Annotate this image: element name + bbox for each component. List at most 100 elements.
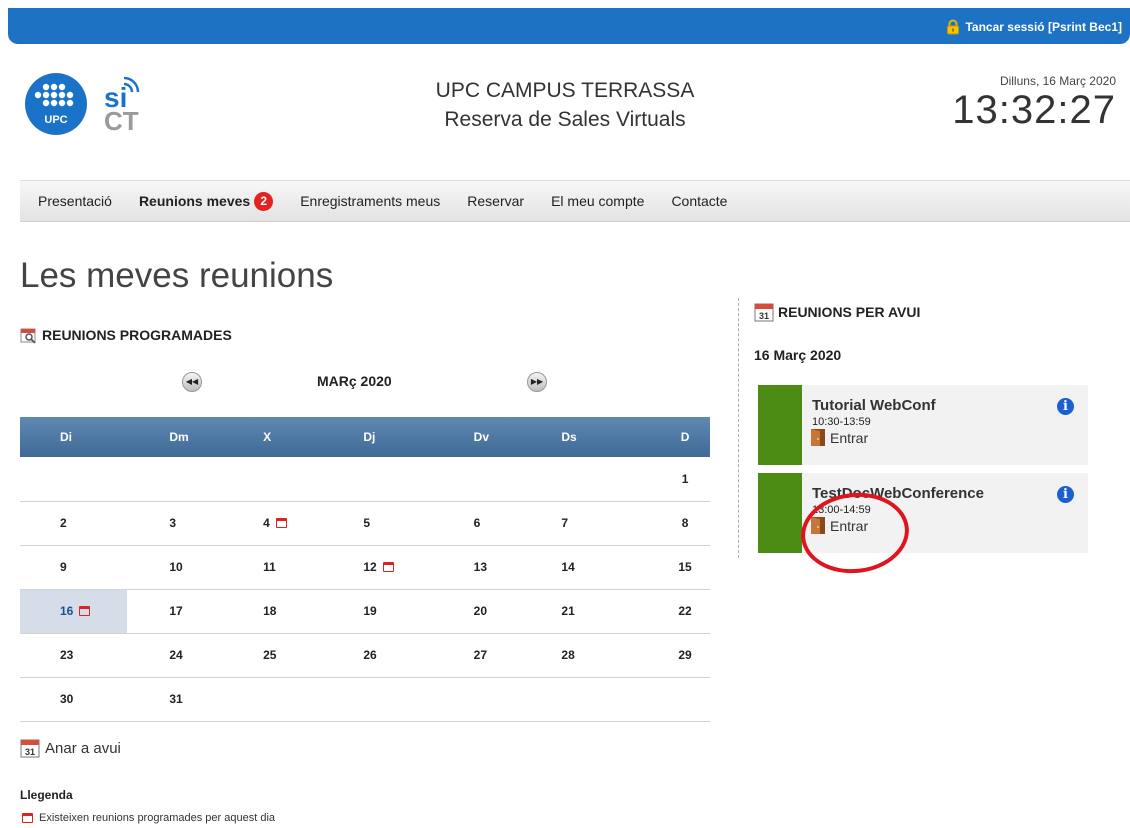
logout-link[interactable]: Tancar sessió [Psrint Bec1] — [945, 19, 1122, 35]
calendar-day[interactable]: 25 — [221, 633, 322, 678]
calendar-empty-cell — [431, 457, 520, 502]
calendar-day-number: 14 — [561, 560, 575, 574]
nav-item-reservar[interactable]: Reservar — [467, 193, 524, 209]
calendar-empty-cell — [519, 677, 608, 722]
svg-text:31: 31 — [759, 311, 769, 321]
calendar-day-number: 13 — [473, 560, 488, 574]
calendar-31-icon: 31 — [20, 739, 40, 758]
calendar-day[interactable]: 4 — [221, 501, 322, 546]
current-time: 13:32:27 — [952, 88, 1116, 132]
weekday-header: Ds — [519, 417, 608, 457]
meeting-time: 13:00-14:59 — [812, 504, 871, 516]
goto-today-link[interactable]: 31 Anar a avui — [20, 738, 121, 758]
calendar-day-number: 29 — [678, 648, 692, 662]
calendar-day[interactable]: 3 — [127, 501, 222, 546]
enter-meeting-link[interactable]: Entrar — [810, 428, 868, 447]
nav-item-reunions-meves[interactable]: Reunions meves 2 — [139, 191, 274, 211]
calendar-day-number: 5 — [363, 516, 371, 530]
calendar-day[interactable]: 1 — [607, 457, 710, 502]
calendar-week-row: 23 24 25 26 27 28 29 — [20, 633, 710, 678]
calendar-week-row: 1 — [20, 457, 710, 502]
nav-item-compte[interactable]: El meu compte — [551, 193, 644, 209]
svg-text:CT: CT — [104, 106, 139, 136]
current-date: Dilluns, 16 Març 2020 — [999, 74, 1116, 88]
next-month-button[interactable]: ▶▶ — [527, 372, 547, 392]
calendar-day[interactable]: 23 — [20, 633, 128, 678]
weekday-header: Dm — [127, 417, 222, 457]
calendar-day-number: 4 — [263, 516, 270, 530]
legend-title: Llegenda — [20, 788, 73, 802]
today-date: 16 Març 2020 — [754, 347, 842, 363]
calendar-day-number: 27 — [473, 648, 488, 662]
calendar-empty-cell — [519, 457, 608, 502]
calendar-day-number: 26 — [363, 648, 377, 662]
top-bar: Tancar sessió [Psrint Bec1] — [8, 8, 1130, 44]
calendar-day[interactable]: 8 — [607, 501, 710, 546]
calendar-day[interactable]: 16 — [20, 589, 128, 634]
calendar-table: Di Dm X Dj Dv Ds D 1 2 3 4 5 6 7 8 9 10 11 12 13 14 15 16 17 18… — [20, 417, 710, 722]
calendar-day[interactable]: 21 — [519, 589, 608, 634]
calendar-day[interactable]: 28 — [519, 633, 608, 678]
calendar-day[interactable]: 5 — [321, 501, 432, 546]
weekday-header: D — [607, 417, 710, 457]
enter-meeting-link[interactable]: Entrar — [810, 516, 868, 535]
meeting-status-bar — [758, 473, 802, 553]
calendar-day[interactable]: 19 — [321, 589, 432, 634]
calendar-day-number: 17 — [169, 604, 183, 618]
calendar-day[interactable]: 17 — [127, 589, 222, 634]
calendar-empty-cell — [221, 457, 322, 502]
calendar-day[interactable]: 15 — [607, 545, 710, 590]
calendar-day-number: 11 — [263, 560, 276, 574]
calendar-day[interactable]: 30 — [20, 677, 128, 722]
calendar-day[interactable]: 27 — [431, 633, 520, 678]
upc-sict-logo: UPC si CT — [25, 73, 140, 136]
meeting-name: Tutorial WebConf — [812, 397, 936, 414]
calendar-empty-cell — [431, 677, 520, 722]
calendar-empty-cell — [321, 457, 432, 502]
calendar-day[interactable]: 22 — [607, 589, 710, 634]
calendar-day-number: 7 — [561, 516, 569, 530]
nav-item-enregistraments[interactable]: Enregistraments meus — [300, 193, 440, 209]
calendar-day[interactable]: 10 — [127, 545, 222, 590]
calendar-month: MARç 2020 — [317, 373, 392, 389]
meeting-day-icon — [22, 813, 33, 823]
calendar-search-icon — [20, 328, 36, 344]
calendar-day[interactable]: 24 — [127, 633, 222, 678]
nav-item-presentacio[interactable]: Presentació — [38, 193, 112, 209]
calendar-day[interactable]: 7 — [519, 501, 608, 546]
calendar-day[interactable]: 18 — [221, 589, 322, 634]
legend-item: Existeixen reunions programades per aque… — [22, 812, 275, 824]
calendar-empty-cell — [20, 457, 128, 502]
site-title: UPC CAMPUS TERRASSA Reserva de Sales Vir… — [330, 76, 800, 134]
calendar-day-number: 12 — [363, 560, 377, 574]
calendar-day[interactable]: 12 — [321, 545, 432, 590]
calendar-day-number: 20 — [473, 604, 488, 618]
calendar-week-row: 30 31 — [20, 677, 710, 722]
calendar-day[interactable]: 6 — [431, 501, 520, 546]
lock-icon — [947, 19, 960, 35]
calendar-day[interactable]: 2 — [20, 501, 128, 546]
calendar-day[interactable]: 9 — [20, 545, 128, 590]
calendar-day-number: 15 — [678, 560, 692, 574]
calendar-day-number: 28 — [561, 648, 575, 662]
calendar-day[interactable]: 20 — [431, 589, 520, 634]
meeting-status-bar — [758, 385, 802, 465]
main-nav: Presentació Reunions meves 2 Enregistrame… — [20, 180, 1130, 222]
door-icon — [811, 517, 825, 534]
info-icon[interactable]: i — [1057, 486, 1074, 503]
prev-month-button[interactable]: ◀◀ — [182, 372, 202, 392]
calendar-day-number: 6 — [473, 516, 481, 530]
meeting-card: TestDocWebConference 13:00-14:59 Entrar … — [758, 473, 1088, 553]
calendar-day-number: 3 — [169, 516, 176, 530]
weekday-header: Di — [20, 417, 128, 457]
calendar-day[interactable]: 29 — [607, 633, 710, 678]
calendar-day[interactable]: 11 — [221, 545, 322, 590]
calendar-day[interactable]: 14 — [519, 545, 608, 590]
calendar-day[interactable]: 26 — [321, 633, 432, 678]
info-icon[interactable]: i — [1057, 398, 1074, 415]
calendar-day[interactable]: 31 — [127, 677, 222, 722]
calendar-week-row: 9 10 11 12 13 14 15 — [20, 545, 710, 590]
calendar-day-number: 8 — [681, 516, 689, 530]
nav-item-contacte[interactable]: Contacte — [671, 193, 727, 209]
calendar-day[interactable]: 13 — [431, 545, 520, 590]
